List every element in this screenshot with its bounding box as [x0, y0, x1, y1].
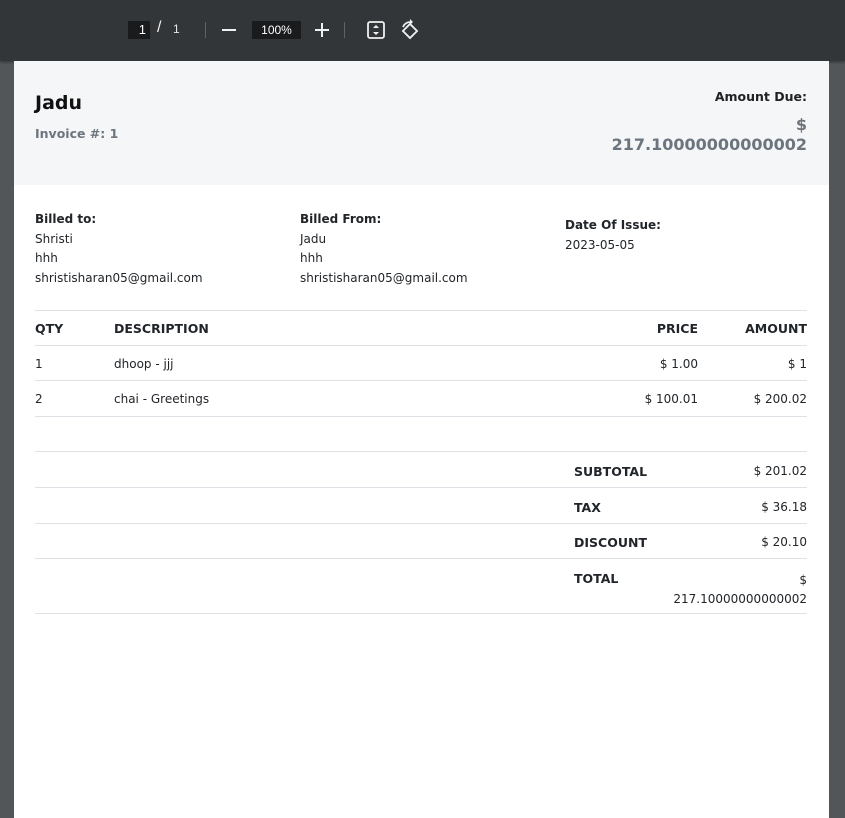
divider [35, 451, 807, 452]
toolbar-divider [205, 22, 206, 38]
total-currency: $ [799, 573, 807, 587]
minus-icon [222, 29, 236, 31]
billed-from-email: shristisharan05@gmail.com [300, 270, 468, 285]
discount-value: $ 20.10 [761, 535, 807, 549]
billed-to-label: Billed to: [35, 212, 97, 226]
amount-due-currency: $ [795, 115, 807, 134]
row-2-price: $ 100.01 [644, 392, 698, 406]
invoice-number: Invoice #: 1 [35, 126, 119, 141]
billed-to-block: Billed to: Shristi hhh shristisharan05@g… [35, 210, 203, 288]
row-1-description: dhoop - jjj [114, 357, 174, 371]
total-value: $ 217.10000000000002 [673, 571, 807, 609]
plus-icon [315, 23, 329, 37]
rotate-button[interactable] [398, 17, 422, 43]
divider [35, 416, 807, 417]
amount-due-number: 217.10000000000002 [611, 135, 807, 154]
row-2-description: chai - Greetings [114, 392, 210, 406]
total-pages: 1 [173, 22, 180, 36]
divider [35, 380, 807, 381]
divider [35, 487, 807, 488]
tax-label: TAX [574, 500, 601, 515]
total-number: 217.10000000000002 [673, 592, 807, 606]
business-name: Jadu [35, 92, 83, 114]
billed-from-name: Jadu [300, 231, 327, 246]
divider [35, 613, 807, 614]
zoom-level-input[interactable]: 100% [252, 21, 301, 39]
billed-to-address: hhh [35, 251, 58, 265]
billed-to-name: Shristi [35, 231, 73, 246]
fit-page-icon [367, 21, 385, 39]
divider [35, 310, 807, 311]
invoice-page: Jadu Invoice #: 1 Amount Due: $ 217.1000… [14, 61, 829, 818]
discount-label: DISCOUNT [574, 535, 647, 550]
column-header-qty: QTY [35, 321, 64, 336]
zoom-in-button[interactable] [310, 17, 334, 43]
billed-from-label: Billed From: [300, 212, 382, 226]
column-header-price: PRICE [656, 321, 698, 336]
divider [35, 523, 807, 524]
subtotal-label: SUBTOTAL [574, 464, 648, 479]
page-separator: / [157, 19, 162, 36]
fit-to-page-button[interactable] [364, 17, 388, 43]
rotate-icon [401, 19, 419, 40]
tax-value: $ 36.18 [761, 500, 807, 514]
toolbar-divider [344, 22, 345, 38]
amount-due-label: Amount Due: [714, 89, 807, 104]
date-of-issue-value: 2023-05-05 [565, 237, 635, 252]
billed-from-address: hhh [300, 251, 323, 265]
amount-due-value: $ 217.10000000000002 [547, 115, 807, 155]
date-of-issue-block: Date Of Issue: 2023-05-05 [565, 216, 661, 255]
total-label: TOTAL [574, 571, 619, 586]
date-of-issue-label: Date Of Issue: [565, 218, 661, 232]
billed-from-block: Billed From: Jadu hhh shristisharan05@gm… [300, 210, 468, 288]
row-1-qty: 1 [35, 357, 43, 371]
divider [35, 558, 807, 559]
divider [35, 345, 807, 346]
column-header-description: DESCRIPTION [114, 321, 209, 336]
row-2-amount: $ 200.02 [753, 392, 807, 406]
column-header-amount: AMOUNT [745, 321, 807, 336]
billed-to-email: shristisharan05@gmail.com [35, 270, 203, 285]
pdf-toolbar: 1 / 1 100% [0, 0, 845, 61]
row-2-qty: 2 [35, 392, 43, 406]
row-1-amount: $ 1 [787, 357, 807, 371]
row-1-price: $ 1.00 [659, 357, 698, 371]
invoice-header: Jadu Invoice #: 1 Amount Due: $ 217.1000… [14, 61, 829, 185]
zoom-out-button[interactable] [217, 17, 241, 43]
subtotal-value: $ 201.02 [753, 464, 807, 478]
page-number-input[interactable]: 1 [128, 21, 150, 39]
